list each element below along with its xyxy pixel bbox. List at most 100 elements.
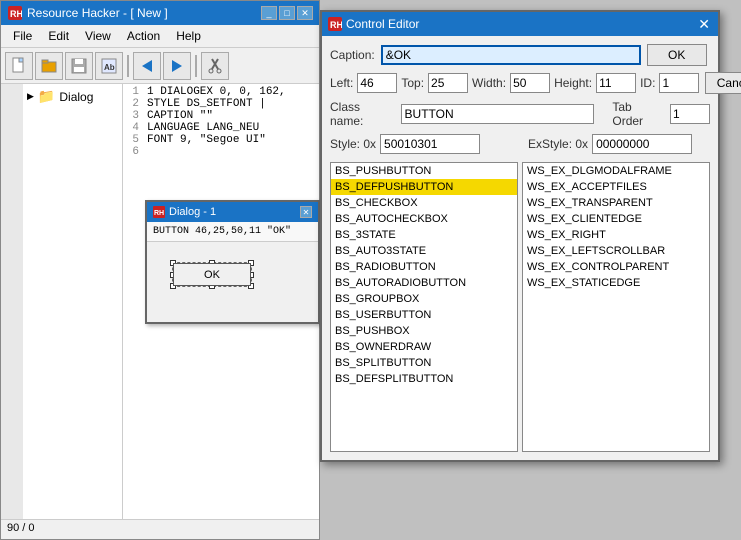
exstyle-list[interactable]: WS_EX_DLGMODALFRAMEWS_EX_ACCEPTFILESWS_E… xyxy=(522,162,710,452)
menu-file[interactable]: File xyxy=(5,27,40,45)
exstyle-list-item[interactable]: WS_EX_ACCEPTFILES xyxy=(523,179,709,195)
style-list-item[interactable]: BS_RADIOBUTTON xyxy=(331,259,517,275)
style-list-item[interactable]: BS_DEFSPLITBUTTON xyxy=(331,371,517,387)
style-list-item[interactable]: BS_CHECKBOX xyxy=(331,195,517,211)
style-list-item[interactable]: BS_AUTORADIOBUTTON xyxy=(331,275,517,291)
style-list[interactable]: BS_PUSHBUTTONBS_DEFPUSHBUTTONBS_CHECKBOX… xyxy=(330,162,518,452)
selection-handles: OK xyxy=(172,262,252,287)
menu-edit[interactable]: Edit xyxy=(40,27,77,45)
code-line-1: 1 1 DIALOGEX 0, 0, 162, xyxy=(125,86,317,98)
code-line-3: 3 CAPTION "" xyxy=(125,110,317,122)
menu-action[interactable]: Action xyxy=(119,27,168,45)
dialog-logo: RH xyxy=(153,206,165,218)
tree-dialog-item[interactable]: ▶ 📁 Dialog xyxy=(23,84,122,109)
svg-text:RH: RH xyxy=(154,210,164,217)
style-list-item[interactable]: BS_PUSHBUTTON xyxy=(331,163,517,179)
svg-text:RH: RH xyxy=(330,20,342,30)
status-bar: 90 / 0 xyxy=(1,519,319,539)
line-num-3: 3 xyxy=(125,110,139,122)
ok-button-preview[interactable]: OK xyxy=(173,263,251,286)
classname-label: Class name: xyxy=(330,100,395,128)
height-input[interactable] xyxy=(596,73,636,93)
width-label: Width: xyxy=(472,76,506,90)
id-input[interactable] xyxy=(659,73,699,93)
menu-bar: File Edit View Action Help xyxy=(1,25,319,48)
back-button[interactable] xyxy=(133,52,161,80)
style-list-container: BS_PUSHBUTTONBS_DEFPUSHBUTTONBS_CHECKBOX… xyxy=(330,162,518,452)
toolbar: Ab xyxy=(1,48,319,84)
code-text-4: LANGUAGE LANG_NEU xyxy=(147,122,259,134)
exstyle-list-item[interactable]: WS_EX_RIGHT xyxy=(523,227,709,243)
status-text: 90 / 0 xyxy=(7,522,35,534)
caption-row: Caption: OK xyxy=(330,44,710,66)
toolbar-sep-2 xyxy=(195,55,197,77)
exstyle-list-item[interactable]: WS_EX_CONTROLPARENT xyxy=(523,259,709,275)
classname-input[interactable] xyxy=(401,104,595,124)
dimensions-row: Left: Top: Width: Height: ID: Cancel xyxy=(330,72,710,94)
main-title-bar: RH Resource Hacker - [ New ] _ □ ✕ xyxy=(1,1,319,25)
ce-close-button[interactable]: ✕ xyxy=(696,16,712,33)
line-num-2: 2 xyxy=(125,98,139,110)
tree-arrow-icon: ▶ xyxy=(27,91,34,102)
dialog-content: OK xyxy=(147,242,318,322)
taborder-input[interactable] xyxy=(670,104,710,124)
style-list-item[interactable]: BS_GROUPBOX xyxy=(331,291,517,307)
line-num-4: 4 xyxy=(125,122,139,134)
width-input[interactable] xyxy=(510,73,550,93)
close-button[interactable]: ✕ xyxy=(297,6,313,20)
style-list-item[interactable]: BS_3STATE xyxy=(331,227,517,243)
style-list-item[interactable]: BS_AUTO3STATE xyxy=(331,243,517,259)
code-text-5: FONT 9, "Segoe UI" xyxy=(147,134,266,146)
save-button[interactable] xyxy=(65,52,93,80)
style-list-item[interactable]: BS_PUSHBOX xyxy=(331,323,517,339)
maximize-button[interactable]: □ xyxy=(279,6,295,20)
exstyle-label: ExStyle: 0x xyxy=(528,137,588,151)
menu-view[interactable]: View xyxy=(77,27,119,45)
exstyle-list-item[interactable]: WS_EX_TRANSPARENT xyxy=(523,195,709,211)
minimize-button[interactable]: _ xyxy=(261,6,277,20)
line-num-6: 6 xyxy=(125,146,139,158)
top-input[interactable] xyxy=(428,73,468,93)
exstyle-list-container: WS_EX_DLGMODALFRAMEWS_EX_ACCEPTFILESWS_E… xyxy=(522,162,710,452)
dialog-preview-window: RH Dialog - 1 ✕ BUTTON 46,25,50,11 "OK" … xyxy=(145,200,320,324)
style-list-item[interactable]: BS_DEFPUSHBUTTON xyxy=(331,179,517,195)
tree-item-label: Dialog xyxy=(59,90,93,104)
height-label: Height: xyxy=(554,76,592,90)
exstyle-list-item[interactable]: WS_EX_STATICEDGE xyxy=(523,275,709,291)
style-list-item[interactable]: BS_USERBUTTON xyxy=(331,307,517,323)
ce-logo: RH xyxy=(328,17,342,31)
classname-row: Class name: Tab Order xyxy=(330,100,710,128)
caption-input[interactable] xyxy=(381,45,641,65)
line-num-5: 5 xyxy=(125,134,139,146)
ce-body: Caption: OK Left: Top: Width: Height: ID… xyxy=(322,36,718,460)
exstyle-input[interactable] xyxy=(592,134,692,154)
left-label: Left: xyxy=(330,76,353,90)
cut-button[interactable] xyxy=(201,52,229,80)
title-bar-left: RH Resource Hacker - [ New ] xyxy=(7,5,168,21)
new-button[interactable] xyxy=(5,52,33,80)
line-num-1: 1 xyxy=(125,86,139,98)
open-button[interactable] xyxy=(35,52,63,80)
left-input[interactable] xyxy=(357,73,397,93)
forward-button[interactable] xyxy=(163,52,191,80)
exstyle-list-item[interactable]: WS_EX_LEFTSCROLLBAR xyxy=(523,243,709,259)
dialog-close-btn[interactable]: ✕ xyxy=(300,206,312,218)
sidebar xyxy=(1,84,23,519)
ok-button[interactable]: OK xyxy=(647,44,707,66)
exstyle-list-item[interactable]: WS_EX_CLIENTEDGE xyxy=(523,211,709,227)
dialog-button-code: BUTTON 46,25,50,11 "OK" xyxy=(147,222,318,242)
button-code-text: BUTTON 46,25,50,11 "OK" xyxy=(153,226,291,237)
style-list-item[interactable]: BS_SPLITBUTTON xyxy=(331,355,517,371)
code-text-2: STYLE DS_SETFONT | xyxy=(147,98,266,110)
text-mode-button[interactable]: Ab xyxy=(95,52,123,80)
top-label: Top: xyxy=(401,76,424,90)
style-row: Style: 0x ExStyle: 0x xyxy=(330,134,710,154)
dialog-preview-title: Dialog - 1 xyxy=(169,206,216,218)
style-list-item[interactable]: BS_OWNERDRAW xyxy=(331,339,517,355)
style-input[interactable] xyxy=(380,134,480,154)
menu-help[interactable]: Help xyxy=(168,27,209,45)
svg-text:Ab: Ab xyxy=(104,63,115,72)
exstyle-list-item[interactable]: WS_EX_DLGMODALFRAME xyxy=(523,163,709,179)
style-list-item[interactable]: BS_AUTOCHECKBOX xyxy=(331,211,517,227)
cancel-button[interactable]: Cancel xyxy=(705,72,741,94)
